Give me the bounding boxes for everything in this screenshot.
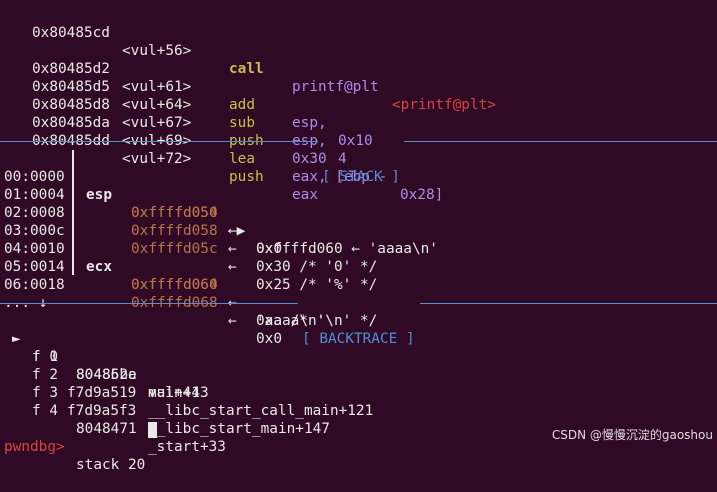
command-input[interactable]: stack 20: [76, 456, 145, 474]
stack-row: 04:0010 ecx 0xffffd060 ← 'aaaa\n': [0, 222, 325, 329]
disasm-mnemonic: call: [229, 61, 264, 77]
stack-register: esp: [86, 187, 112, 203]
stack-value: 0x30 /* '0' */: [256, 259, 378, 275]
disasm-line: 0x80485d5 <vul+64> sub esp, 4: [0, 60, 347, 167]
stack-more: ... ↓: [0, 276, 47, 311]
disasm-addr: 0x80485da: [32, 115, 110, 131]
disasm-operand2: 4: [338, 151, 347, 167]
disasm-addr: 0x80485d8: [32, 97, 110, 113]
stack-value: 0xa /* '\n' */: [256, 313, 378, 329]
stack-value: 0x0: [256, 331, 282, 347]
disasm-operand: printf@plt: [292, 79, 379, 95]
pwndbg-prompt: pwndbg>: [4, 439, 65, 455]
stack-register: ecx: [86, 259, 112, 275]
disasm-offset: <vul+64>: [122, 97, 192, 113]
backtrace-frame: f 1: [32, 349, 58, 365]
backtrace-address: 804862a: [76, 367, 137, 383]
backtrace-row: f 3 f7d9a5f3 __libc_start_main+147: [0, 366, 330, 437]
stack-arrow: —▶: [228, 223, 246, 239]
backtrace-address: 8048471: [76, 421, 137, 437]
stack-arrow: ←: [228, 259, 237, 275]
disasm-addr: 0x80485cd: [32, 25, 110, 41]
stack-row: 03:000c 0xffffd05c ← 0x25 /* '%' */: [0, 204, 377, 293]
stack-row: 05:0014 0xffffd064 ← 0xa /* '\n' */: [0, 240, 377, 329]
backtrace-address: f7d9a519: [67, 385, 137, 401]
disasm-target: <printf@plt>: [392, 97, 496, 113]
disasm-offset: <vul+56>: [122, 43, 192, 59]
backtrace-row: ► f 0 80485be vul+41: [0, 312, 200, 401]
stack-value: 0x25 /* '%' */: [256, 277, 378, 293]
disasm-mnemonic: lea: [229, 151, 255, 167]
backtrace-row: f 2 f7d9a519 __libc_start_call_main+121: [0, 348, 373, 419]
stack-address: 0xffffd064: [131, 277, 218, 293]
disasm-mnemonic: push: [229, 169, 264, 185]
stack-value: 0xffffd060 ← 'aaaa\n': [256, 241, 438, 257]
stack-arrow: ←: [228, 241, 237, 257]
header-rule: [0, 303, 298, 304]
stack-divider: [72, 150, 74, 275]
command-line[interactable]: pwndbg> stack 20: [0, 420, 157, 473]
backtrace-row: f 1 804862a main+43: [0, 330, 209, 401]
disasm-operand: 0x30: [292, 151, 327, 167]
disasm-operand: esp,: [292, 115, 327, 131]
stack-header: [ STACK ]: [0, 132, 717, 185]
disasm-line: 0x80485d2 <vul+61> add esp, 0x10: [0, 42, 373, 149]
backtrace-symbol: __libc_start_main+147: [148, 421, 330, 437]
stack-address: 0xffffd05c: [131, 241, 218, 257]
header-rule: [404, 141, 717, 142]
header-rule: [420, 303, 717, 304]
backtrace-frame: f 4: [32, 403, 58, 419]
disasm-offset: <vul+67>: [122, 115, 192, 131]
backtrace-symbol: main+43: [148, 385, 209, 401]
disasm-addr: 0x80485d5: [32, 79, 110, 95]
backtrace-title: [ BACKTRACE ]: [302, 331, 415, 347]
stack-row: 02:0008 0xffffd058 ← 0x30 /* '0' */: [0, 186, 377, 275]
backtrace-frame: f 3: [32, 385, 58, 401]
stack-arrow: ←: [228, 313, 237, 329]
disasm-line: 0x80485d8 <vul+67> push 0x30: [0, 78, 327, 167]
disasm-line: 0x80485cd <vul+56> call printf@plt <prin…: [0, 6, 496, 113]
disasm-offset: <vul+61>: [122, 79, 192, 95]
disasm-line: 0x80485da <vul+69> lea eax, [ebp - 0x28]: [0, 96, 443, 203]
stack-address: 0xffffd054: [131, 205, 218, 221]
stack-row: 00:0000 esp 0xffffd050 ← 0x0: [0, 150, 282, 257]
backtrace-symbol: __libc_start_call_main+121: [148, 403, 374, 419]
disasm-operand: eax: [292, 187, 318, 203]
disasm-operand2: 0x28]: [400, 187, 444, 203]
disasm-line: 0x80485dd <vul+72> push eax: [0, 114, 318, 203]
cursor-icon: [148, 421, 157, 439]
backtrace-header: [ BACKTRACE ]: [0, 294, 717, 347]
disasm-addr: 0x80485d2: [32, 61, 110, 77]
header-rule: [0, 141, 318, 142]
stack-row: 06:0018 0xffffd068 ← 0x0: [0, 258, 282, 347]
backtrace-symbol: _start+33: [148, 439, 226, 455]
disasm-offset: <vul+72>: [122, 151, 192, 167]
backtrace-address: f7d9a5f3: [67, 403, 137, 419]
watermark: CSDN @慢慢沉淀的gaoshou: [551, 428, 713, 442]
disasm-mnemonic: sub: [229, 115, 255, 131]
stack-row: 01:0004 0xffffd054 —▶ 0xffffd060 ← 'aaaa…: [0, 168, 438, 257]
disasm-mnemonic: add: [229, 97, 255, 113]
stack-title: [ STACK ]: [322, 169, 400, 185]
backtrace-frame: f 2: [32, 367, 58, 383]
backtrace-row: f 4 8048471 _start+33: [0, 384, 226, 455]
stack-address: 0xffffd058: [131, 223, 218, 239]
